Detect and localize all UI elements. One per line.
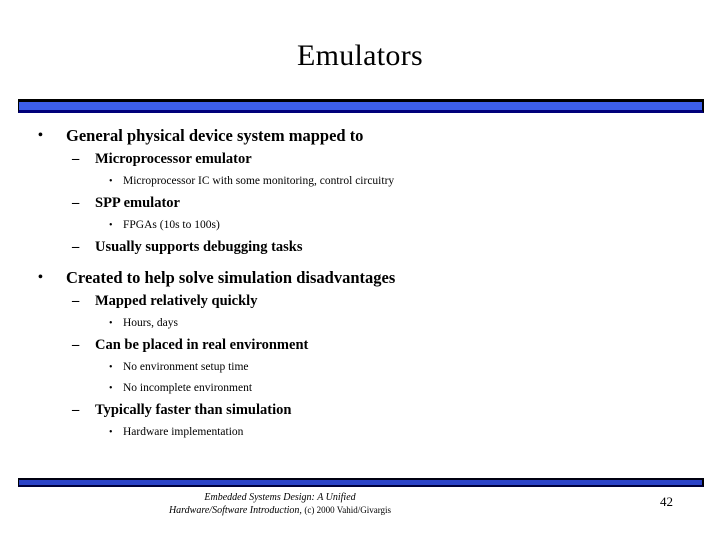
bullet-text: No environment setup time (123, 361, 249, 373)
bullet-text: SPP emulator (95, 195, 180, 211)
footer-divider-bar (18, 478, 704, 487)
footer-credit: Embedded Systems Design: A Unified Hardw… (0, 491, 560, 517)
bullet-item: – Microprocessor emulator (0, 148, 720, 171)
bullet-marker-icon: – (72, 151, 80, 167)
bullet-item: • Created to help solve simulation disad… (0, 265, 720, 290)
footer-book-title-line1: Embedded Systems Design: A Unified (204, 492, 356, 503)
bullet-item: – Can be placed in real environment (0, 334, 720, 357)
bullet-item: – Typically faster than simulation (0, 399, 720, 422)
bullet-text: Created to help solve simulation disadva… (66, 268, 396, 287)
bullet-text: Hours, days (123, 317, 178, 329)
bullet-marker-icon: • (109, 362, 113, 373)
bullet-marker-icon: • (38, 128, 43, 143)
bullet-marker-icon: – (72, 195, 80, 211)
bullet-marker-icon: – (72, 239, 80, 255)
bullet-text: General physical device system mapped to (66, 126, 364, 145)
footer-copyright: (c) 2000 Vahid/Givargis (304, 505, 392, 515)
bullet-marker-icon: • (38, 270, 43, 285)
bullet-marker-icon: – (72, 402, 80, 418)
bullet-marker-icon: • (109, 383, 113, 394)
bullet-item: – SPP emulator (0, 192, 720, 215)
bullet-item: • Hardware implementation (0, 422, 720, 443)
bullet-item: • FPGAs (10s to 100s) (0, 215, 720, 236)
bullet-text: Microprocessor IC with some monitoring, … (123, 175, 395, 187)
bullet-text: Typically faster than simulation (95, 402, 292, 418)
bullet-text: Mapped relatively quickly (95, 293, 258, 309)
slide-body-outline: • General physical device system mapped … (0, 123, 720, 443)
bullet-text: Can be placed in real environment (95, 337, 309, 353)
bullet-text: Microprocessor emulator (95, 151, 252, 167)
bullet-item: • No incomplete environment (0, 378, 720, 399)
footer-book-title-line2: Hardware/Software Introduction, (168, 505, 302, 516)
bullet-item: • Microprocessor IC with some monitoring… (0, 171, 720, 192)
bullet-marker-icon: • (109, 176, 113, 187)
bullet-text: FPGAs (10s to 100s) (123, 219, 220, 231)
bullet-marker-icon: • (109, 427, 113, 438)
bullet-marker-icon: – (72, 337, 80, 353)
bullet-item: – Usually supports debugging tasks (0, 236, 720, 259)
page-title: Emulators (296, 39, 423, 72)
bullet-text: Usually supports debugging tasks (95, 239, 303, 255)
bullet-item: • No environment setup time (0, 357, 720, 378)
page-number: 42 (660, 494, 673, 509)
bullet-marker-icon: • (109, 318, 113, 329)
bullet-item: • Hours, days (0, 313, 720, 334)
bullet-marker-icon: • (109, 220, 113, 231)
bullet-item: – Mapped relatively quickly (0, 290, 720, 313)
bullet-marker-icon: – (72, 293, 80, 309)
bullet-text: No incomplete environment (123, 382, 253, 394)
title-divider-bar (18, 99, 704, 113)
bullet-text: Hardware implementation (123, 426, 244, 438)
bullet-item: • General physical device system mapped … (0, 123, 720, 148)
